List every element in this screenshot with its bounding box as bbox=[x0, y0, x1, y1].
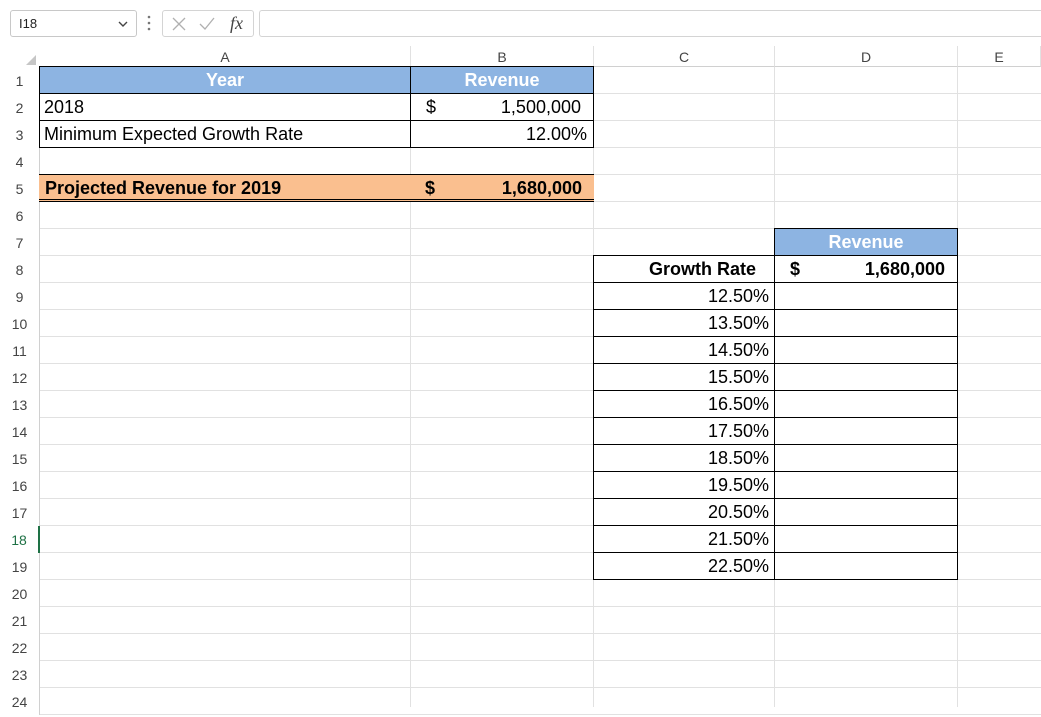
row-header-20[interactable]: 20 bbox=[0, 580, 40, 607]
row-header-2[interactable]: 2 bbox=[0, 94, 40, 121]
row-header-14[interactable]: 14 bbox=[0, 418, 40, 445]
data-table-growth-rate[interactable]: 13.50% bbox=[593, 309, 775, 337]
vertical-dots-icon[interactable] bbox=[146, 14, 152, 32]
gridline-vertical bbox=[410, 67, 411, 707]
cell-b5-projected-value[interactable]: $1,680,000 bbox=[410, 174, 594, 202]
data-table-growth-rate[interactable]: 12.50% bbox=[593, 282, 775, 310]
row-header-8[interactable]: 8 bbox=[0, 256, 40, 283]
cell-a5-projected-label[interactable]: Projected Revenue for 2019 bbox=[39, 174, 411, 202]
row-header-22[interactable]: 22 bbox=[0, 634, 40, 661]
row-header-4[interactable]: 4 bbox=[0, 148, 40, 175]
data-table-growth-rate[interactable]: 19.50% bbox=[593, 471, 775, 499]
row-header-7[interactable]: 7 bbox=[0, 229, 40, 256]
gridline-horizontal bbox=[40, 606, 1041, 607]
cell-d7-revenue-header[interactable]: Revenue bbox=[774, 228, 958, 256]
check-icon[interactable] bbox=[199, 16, 215, 32]
column-header-e[interactable]: E bbox=[958, 46, 1041, 67]
formula-input[interactable] bbox=[259, 10, 1041, 37]
x-icon[interactable] bbox=[171, 16, 187, 32]
revenue-value: 1,500,000 bbox=[500, 97, 581, 117]
data-table-result-cell[interactable] bbox=[774, 417, 958, 445]
row-header-16[interactable]: 16 bbox=[0, 472, 40, 499]
data-table-result-cell[interactable] bbox=[774, 471, 958, 499]
row-header-15[interactable]: 15 bbox=[0, 445, 40, 472]
row-header-17[interactable]: 17 bbox=[0, 499, 40, 526]
data-table-result-cell[interactable] bbox=[774, 525, 958, 553]
currency-symbol: $ bbox=[790, 259, 801, 279]
data-table-growth-rate[interactable]: 15.50% bbox=[593, 363, 775, 391]
name-box-value[interactable]: I18 bbox=[19, 16, 37, 31]
formula-buttons: fx bbox=[162, 10, 254, 37]
data-table-result-cell[interactable] bbox=[774, 282, 958, 310]
cell-c8-growth-rate-label[interactable]: Growth Rate bbox=[593, 255, 775, 283]
select-all-triangle-icon[interactable] bbox=[0, 46, 40, 67]
cell-b2-revenue[interactable]: $1,500,000 bbox=[410, 93, 594, 121]
data-table-growth-rate[interactable]: 16.50% bbox=[593, 390, 775, 418]
row-header-5[interactable]: 5 bbox=[0, 175, 40, 202]
row-header-3[interactable]: 3 bbox=[0, 121, 40, 148]
row-header-24[interactable]: 24 bbox=[0, 688, 40, 715]
column-header-c[interactable]: C bbox=[594, 46, 775, 67]
row-header-6[interactable]: 6 bbox=[0, 202, 40, 229]
cell-a2-year[interactable]: 2018 bbox=[39, 93, 411, 121]
column-header-d[interactable]: D bbox=[775, 46, 958, 67]
data-table-growth-rate[interactable]: 20.50% bbox=[593, 498, 775, 526]
column-header-b[interactable]: B bbox=[411, 46, 594, 67]
data-table-growth-rate[interactable]: 18.50% bbox=[593, 444, 775, 472]
cell-b1-revenue-header[interactable]: Revenue bbox=[410, 66, 594, 94]
cell-a1-year-header[interactable]: Year bbox=[39, 66, 411, 94]
row-header-10[interactable]: 10 bbox=[0, 310, 40, 337]
revenue-value: 1,680,000 bbox=[864, 259, 945, 279]
row-header-13[interactable]: 13 bbox=[0, 391, 40, 418]
data-table-growth-rate[interactable]: 22.50% bbox=[593, 552, 775, 580]
data-table-result-cell[interactable] bbox=[774, 363, 958, 391]
currency-symbol: $ bbox=[425, 178, 436, 198]
fx-icon[interactable]: fx bbox=[230, 13, 243, 34]
row-header-12[interactable]: 12 bbox=[0, 364, 40, 391]
data-table-result-cell[interactable] bbox=[774, 444, 958, 472]
projected-value: 1,680,000 bbox=[501, 178, 582, 198]
cell-b3-growth-rate[interactable]: 12.00% bbox=[410, 120, 594, 148]
name-box[interactable]: I18 bbox=[10, 10, 137, 37]
cell-d8-revenue-value[interactable]: $1,680,000 bbox=[774, 255, 958, 283]
data-table-result-cell[interactable] bbox=[774, 390, 958, 418]
data-table-growth-rate[interactable]: 21.50% bbox=[593, 525, 775, 553]
row-header-21[interactable]: 21 bbox=[0, 607, 40, 634]
gridline-horizontal bbox=[40, 687, 1041, 688]
data-table-result-cell[interactable] bbox=[774, 498, 958, 526]
data-table-result-cell[interactable] bbox=[774, 309, 958, 337]
data-table-growth-rate[interactable]: 17.50% bbox=[593, 417, 775, 445]
select-all-corner[interactable] bbox=[0, 46, 40, 67]
gridline-horizontal bbox=[40, 660, 1041, 661]
formula-bar: I18 fx bbox=[0, 0, 1041, 46]
gridline-horizontal bbox=[40, 714, 1041, 715]
row-header-1[interactable]: 1 bbox=[0, 67, 40, 94]
currency-symbol: $ bbox=[426, 97, 437, 117]
row-header-19[interactable]: 19 bbox=[0, 553, 40, 580]
row-header-11[interactable]: 11 bbox=[0, 337, 40, 364]
gridline-horizontal bbox=[40, 633, 1041, 634]
data-table-growth-rate[interactable]: 14.50% bbox=[593, 336, 775, 364]
row-header-23[interactable]: 23 bbox=[0, 661, 40, 688]
data-table-result-cell[interactable] bbox=[774, 336, 958, 364]
column-header-a[interactable]: A bbox=[40, 46, 411, 67]
row-header-9[interactable]: 9 bbox=[0, 283, 40, 310]
row-header-18[interactable]: 18 bbox=[0, 526, 40, 553]
chevron-down-icon[interactable] bbox=[116, 17, 130, 31]
data-table-result-cell[interactable] bbox=[774, 552, 958, 580]
cell-a3-growth-label[interactable]: Minimum Expected Growth Rate bbox=[39, 120, 411, 148]
